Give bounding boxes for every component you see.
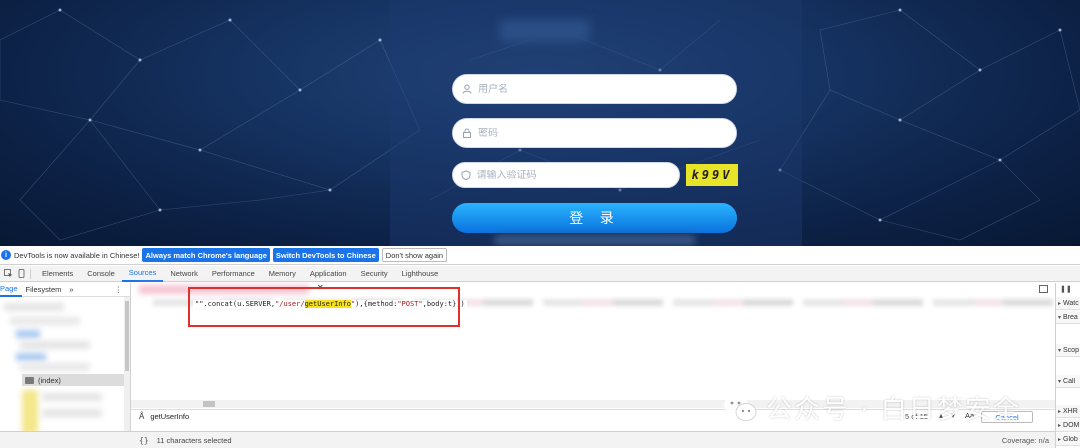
devtools-toolbar: Elements Console Sources Network Perform… [0,266,1080,282]
annotation-highlight-box [188,287,460,327]
blurred-tree-item [22,390,38,434]
watermark-text: 公众号 · 白日梦安全 [766,395,1021,425]
scrollbar-thumb[interactable] [203,401,215,407]
tab-network[interactable]: Network [163,266,205,282]
scrollbar-thumb[interactable] [125,301,129,371]
tab-page[interactable]: Page [0,283,22,297]
blurred-tree-item [42,409,102,417]
info-icon: i [1,250,11,260]
tree-item-label: (index) [38,375,61,385]
tab-security[interactable]: Security [354,266,395,282]
pretty-print-icon[interactable]: {} [139,436,149,445]
tab-performance[interactable]: Performance [205,266,262,282]
tab-application[interactable]: Application [303,266,354,282]
pause-icon[interactable]: ❚❚ [1060,285,1072,293]
coverage-status: Coverage: n/a [1001,436,1049,445]
navigator-footer [0,431,131,448]
password-input[interactable] [478,127,708,139]
tree-item-index[interactable]: (index) [22,374,124,386]
section-breakpoints[interactable]: ▾ Brea [1056,311,1080,324]
lock-icon [461,127,473,139]
blurred-tree-item [42,393,102,401]
tab-filesystem[interactable]: Filesystem [22,285,66,294]
username-input[interactable] [478,83,708,95]
expand-icon: ▸ [1058,436,1062,443]
navigator-tabs: Page Filesystem » ⋮ [0,283,130,297]
tab-memory[interactable]: Memory [262,266,303,282]
infobar-message: DevTools is now available in Chinese! [14,250,140,260]
tab-sources[interactable]: Sources [121,266,164,282]
dont-show-again-button[interactable]: Don't show again [381,248,448,262]
shield-icon [461,169,472,181]
device-toolbar-icon[interactable] [16,269,26,279]
login-button[interactable]: 登 录 [452,203,737,233]
match-language-button[interactable]: Always match Chrome's language [142,248,270,262]
section-watch[interactable]: ▸ Watc [1056,297,1080,310]
blurred-tree-item [20,363,90,371]
blurred-footer-text [495,235,695,245]
sources-navigator: Page Filesystem » ⋮ (index) [0,283,131,437]
language-infobar: i DevTools is now available in Chinese! … [0,246,1080,265]
tab-lighthouse[interactable]: Lighthouse [395,266,446,282]
collapse-icon: ▾ [1058,347,1062,354]
collapse-icon: ▾ [1058,314,1062,321]
blurred-tree-item [10,317,80,325]
search-input[interactable] [150,412,651,421]
expand-icon: ▸ [1058,422,1062,429]
selection-status: 11 characters selected [156,435,232,445]
section-dom-breakpoints[interactable]: ▸ DOM [1056,419,1080,432]
section-scope[interactable]: ▾ Scop [1056,344,1080,357]
user-icon [461,83,473,95]
more-tabs-button[interactable]: » [65,285,77,294]
password-field[interactable] [452,118,737,148]
login-page: k99V 登 录 [0,0,1080,246]
username-field[interactable] [452,74,737,104]
collapse-icon: ▾ [1058,378,1062,385]
status-bar: {} 11 characters selected Coverage: n/a [131,431,1055,448]
blurred-tree-item [20,341,90,349]
switch-chinese-button[interactable]: Switch DevTools to Chinese [272,248,379,262]
blurred-tree-item [4,303,64,311]
file-icon [25,376,34,384]
toggle-debugger-icon[interactable] [1039,285,1048,293]
captcha-field[interactable] [452,162,680,188]
wechat-logo-icon [724,394,757,421]
wechat-watermark: 公众号 · 白日梦安全 [722,389,1021,426]
section-xhr-breakpoints[interactable]: ▸ XHR [1056,405,1080,418]
blurred-tree-item [16,330,40,338]
captcha-input[interactable] [476,169,679,181]
tab-elements[interactable]: Elements [35,266,80,282]
regex-toggle-icon[interactable]: Å [139,412,144,421]
section-call-stack[interactable]: ▾ Call [1056,375,1080,388]
section-global-listeners[interactable]: ▸ Glob [1056,433,1080,446]
navigator-scrollbar[interactable] [124,297,130,437]
captcha-image[interactable]: k99V [686,164,738,186]
blurred-tree-item [16,353,46,361]
navigator-menu-icon[interactable]: ⋮ [115,285,123,294]
toolbar-divider [30,268,31,279]
inspect-element-icon[interactable] [3,269,13,279]
expand-icon: ▸ [1058,300,1062,307]
expand-icon: ▸ [1058,408,1062,415]
tab-console[interactable]: Console [80,266,122,282]
blurred-logo [500,20,590,42]
debugger-sidebar: ❚❚ ▸ Watc ▾ Brea ▾ Scop ▾ Call ▸ XHR ▸ DOM ▸ Gl… [1055,283,1080,448]
